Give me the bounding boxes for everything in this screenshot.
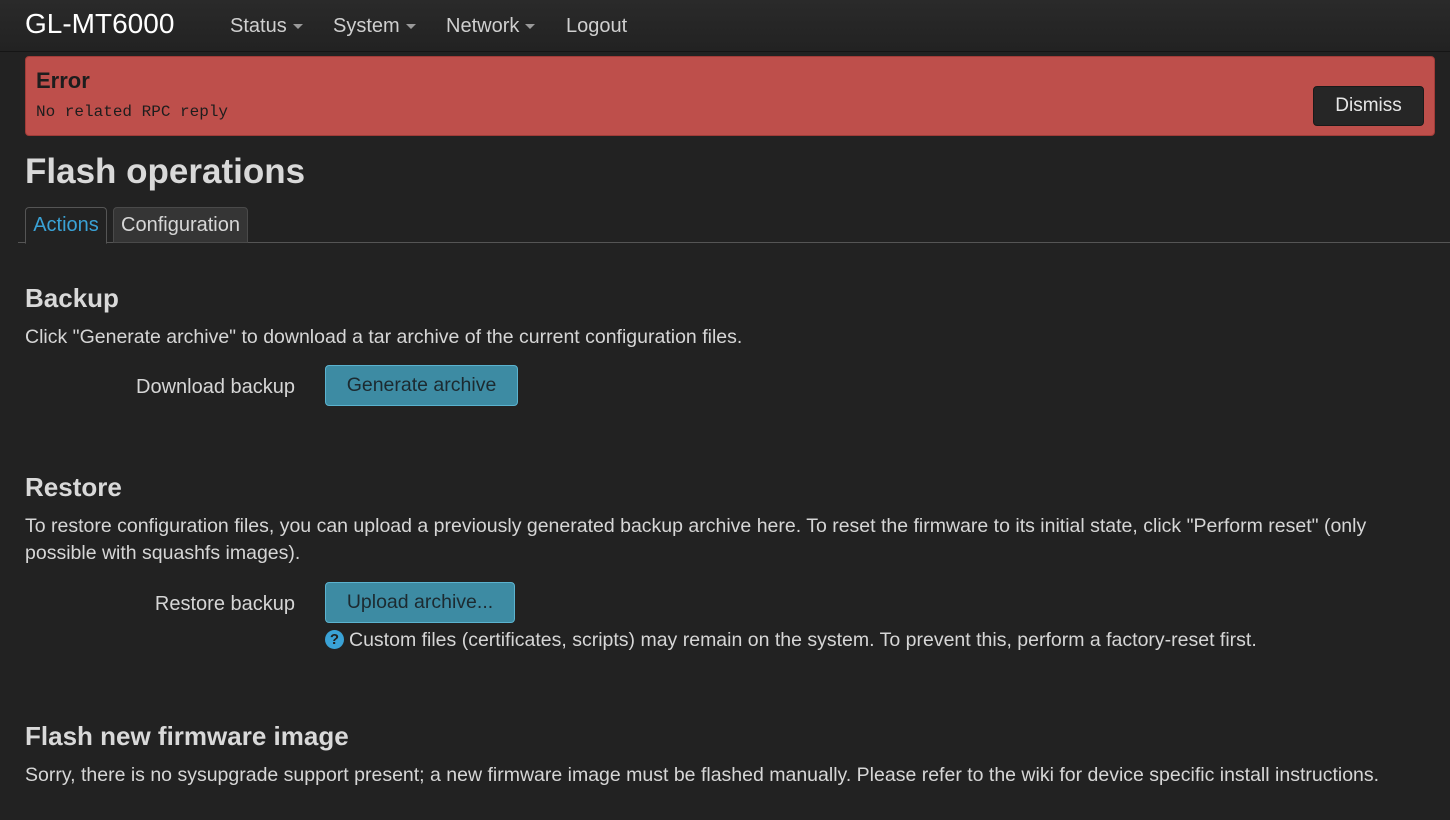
restore-help-text: Custom files (certificates, scripts) may… [349, 629, 1257, 651]
nav-menu-network[interactable]: Network [446, 14, 536, 38]
caret-down-icon [292, 24, 303, 30]
nav-menu-label: Logout [566, 15, 628, 37]
upload-archive-button[interactable]: Upload archive... [325, 582, 515, 623]
tab-actions[interactable]: Actions [25, 207, 107, 244]
firmware-section-title: Flash new firmware image [25, 721, 349, 751]
generate-archive-button[interactable]: Generate archive [325, 365, 518, 406]
restore-backup-label: Restore backup [154, 593, 295, 615]
nav-menu-logout[interactable]: Logout [566, 14, 627, 38]
alert-message: No related RPC reply [36, 103, 229, 121]
backup-description: Click "Generate archive" to download a t… [25, 326, 743, 348]
backup-section-title: Backup [25, 283, 119, 313]
nav-menu-label: Network [446, 15, 520, 37]
tab-configuration[interactable]: Configuration [113, 207, 248, 243]
alert-title: Error [36, 68, 90, 93]
nav-menu-label: Status [230, 15, 287, 37]
restore-description: To restore configuration files, you can … [25, 515, 1367, 564]
question-circle-icon: ? [325, 630, 344, 649]
restore-section-title: Restore [25, 472, 122, 502]
nav-menu-status[interactable]: Status [230, 14, 303, 38]
page-title: Flash operations [25, 152, 306, 191]
nav-menu-system[interactable]: System [333, 14, 416, 38]
top-navbar: GL-MT6000 Status System Network Logout [0, 0, 1450, 52]
brand-logo[interactable]: GL-MT6000 [25, 7, 174, 41]
caret-down-icon [405, 24, 416, 30]
download-backup-label: Download backup [136, 376, 295, 398]
dismiss-button[interactable]: Dismiss [1313, 86, 1424, 126]
caret-down-icon [525, 24, 536, 30]
error-alert: Error No related RPC reply Dismiss [25, 56, 1435, 136]
nav-menu-label: System [333, 15, 400, 37]
restore-help: ? Custom files (certificates, scripts) ma… [325, 628, 1257, 652]
firmware-description: Sorry, there is no sysupgrade support pr… [25, 764, 1380, 786]
